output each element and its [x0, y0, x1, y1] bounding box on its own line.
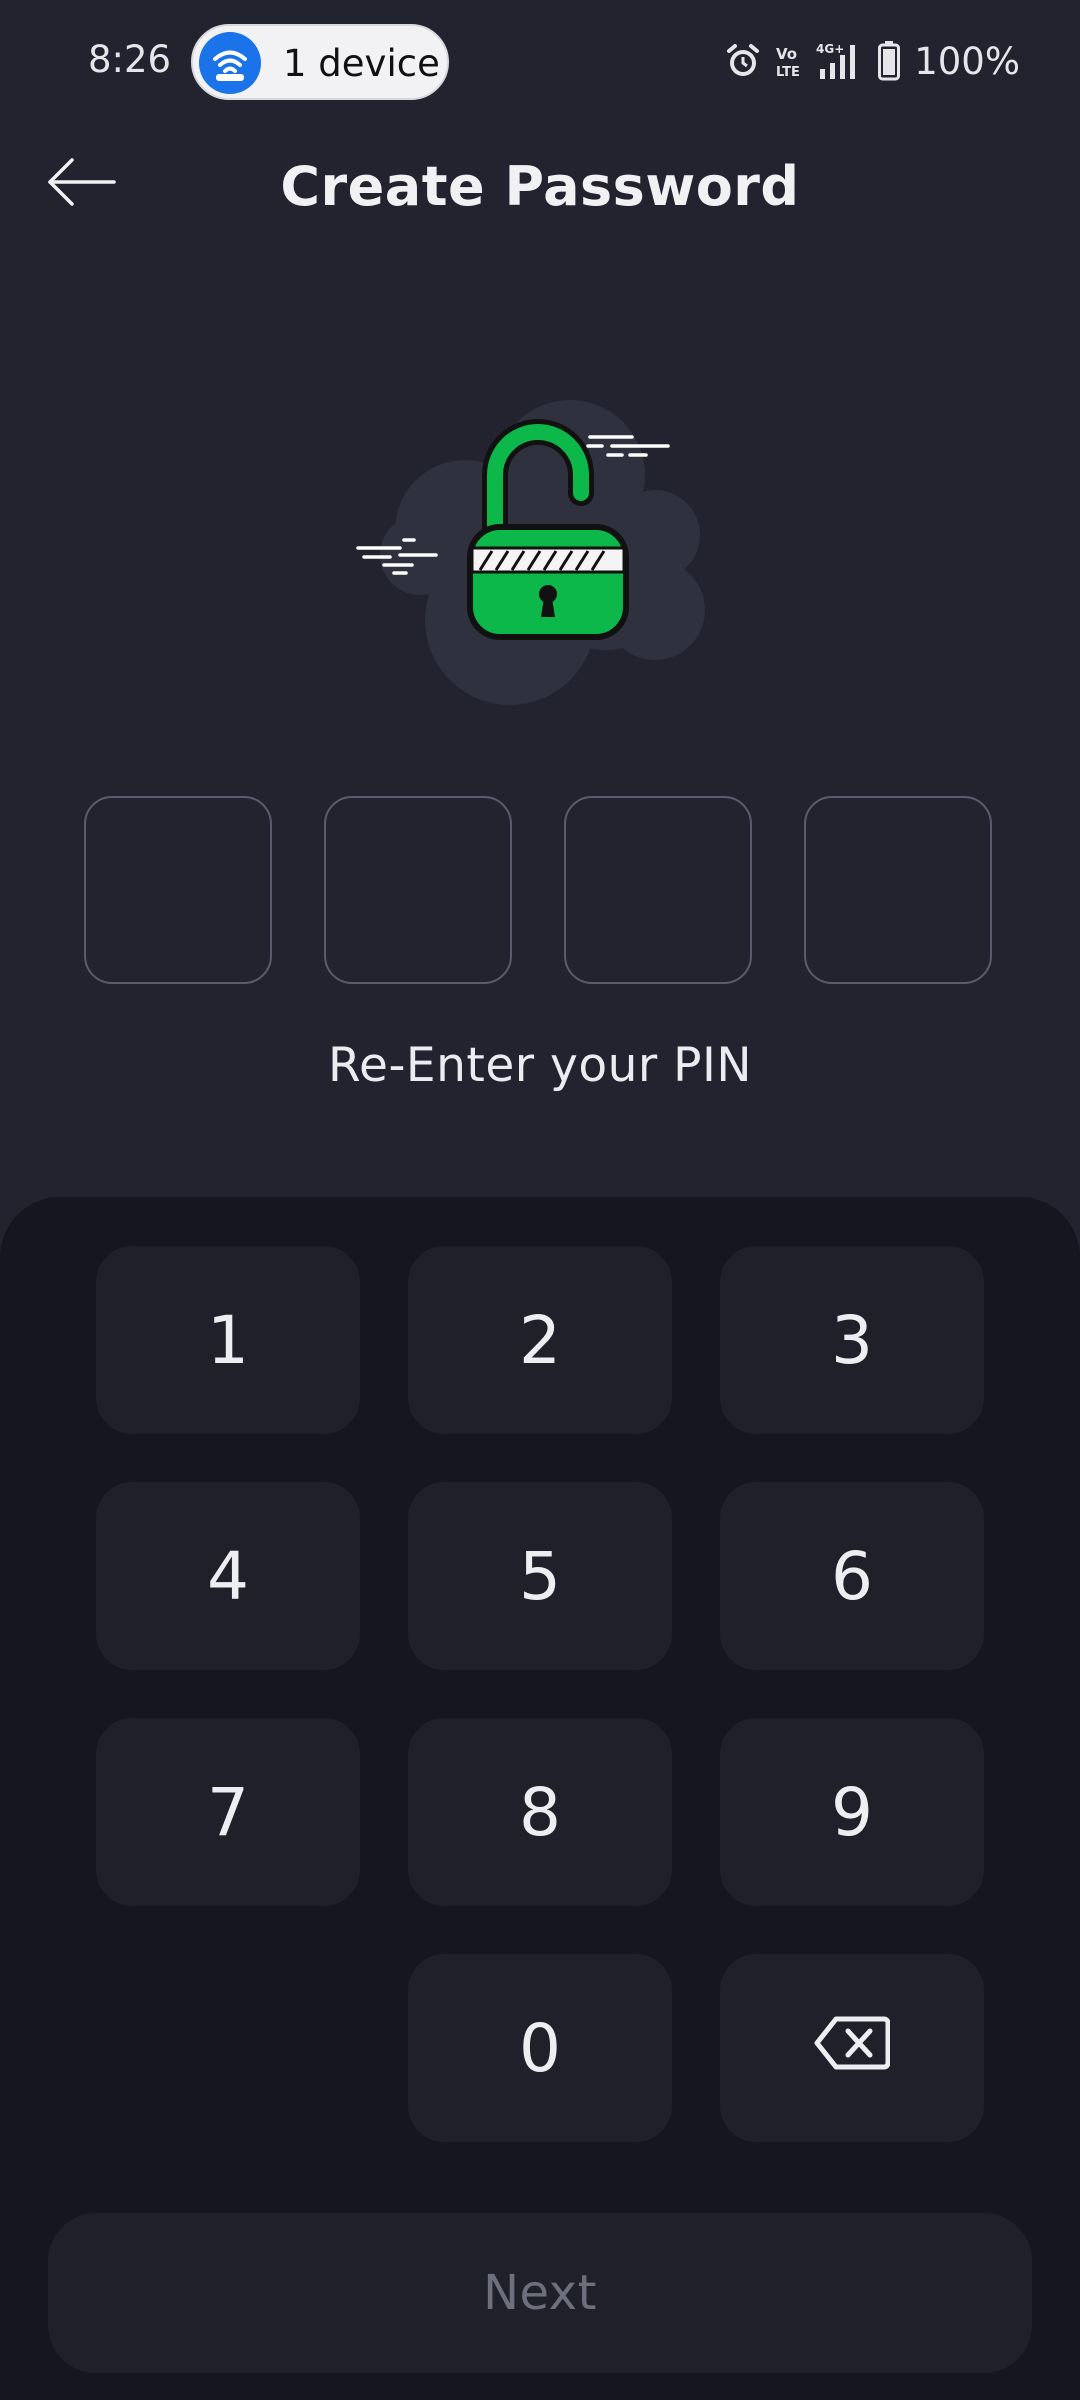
battery-icon: [878, 41, 901, 81]
page-title: Create Password: [280, 155, 800, 218]
hotspot-indicator[interactable]: 1 device: [191, 24, 449, 100]
pin-instruction: Re-Enter your PIN: [328, 1038, 752, 1093]
key-3[interactable]: 3: [720, 1246, 984, 1434]
status-bar: 8:26 1 device Vo LTE 4G+ 100%: [0, 0, 1080, 124]
svg-text:Vo: Vo: [776, 45, 797, 63]
alarm-icon: [724, 42, 762, 80]
backspace-button[interactable]: [720, 1954, 984, 2142]
key-2[interactable]: 2: [408, 1246, 672, 1434]
svg-text:LTE: LTE: [776, 65, 800, 80]
pin-digit-1[interactable]: [84, 796, 272, 984]
next-button[interactable]: Next: [48, 2213, 1032, 2373]
pin-digit-2[interactable]: [324, 796, 512, 984]
key-1[interactable]: 1: [96, 1246, 360, 1434]
status-time: 8:26: [88, 38, 172, 81]
key-5[interactable]: 5: [408, 1482, 672, 1670]
pin-digit-3[interactable]: [564, 796, 752, 984]
volte-icon: Vo LTE: [774, 42, 804, 80]
pin-digit-4[interactable]: [804, 796, 992, 984]
wifi-hotspot-icon: [199, 32, 261, 94]
key-6[interactable]: 6: [720, 1482, 984, 1670]
status-icons: Vo LTE 4G+ 100%: [724, 38, 1020, 84]
4g-signal-icon: 4G+: [816, 41, 866, 81]
hotspot-label: 1 device: [283, 42, 440, 85]
pin-input-row: [84, 796, 996, 988]
unlocked-padlock-icon: [350, 395, 720, 705]
key-7[interactable]: 7: [96, 1718, 360, 1906]
key-8[interactable]: 8: [408, 1718, 672, 1906]
backspace-icon: [814, 2010, 891, 2087]
key-4[interactable]: 4: [96, 1482, 360, 1670]
battery-percent: 100%: [914, 39, 1020, 83]
key-9[interactable]: 9: [720, 1718, 984, 1906]
svg-text:4G+: 4G+: [816, 42, 844, 56]
key-0[interactable]: 0: [408, 1954, 672, 2142]
